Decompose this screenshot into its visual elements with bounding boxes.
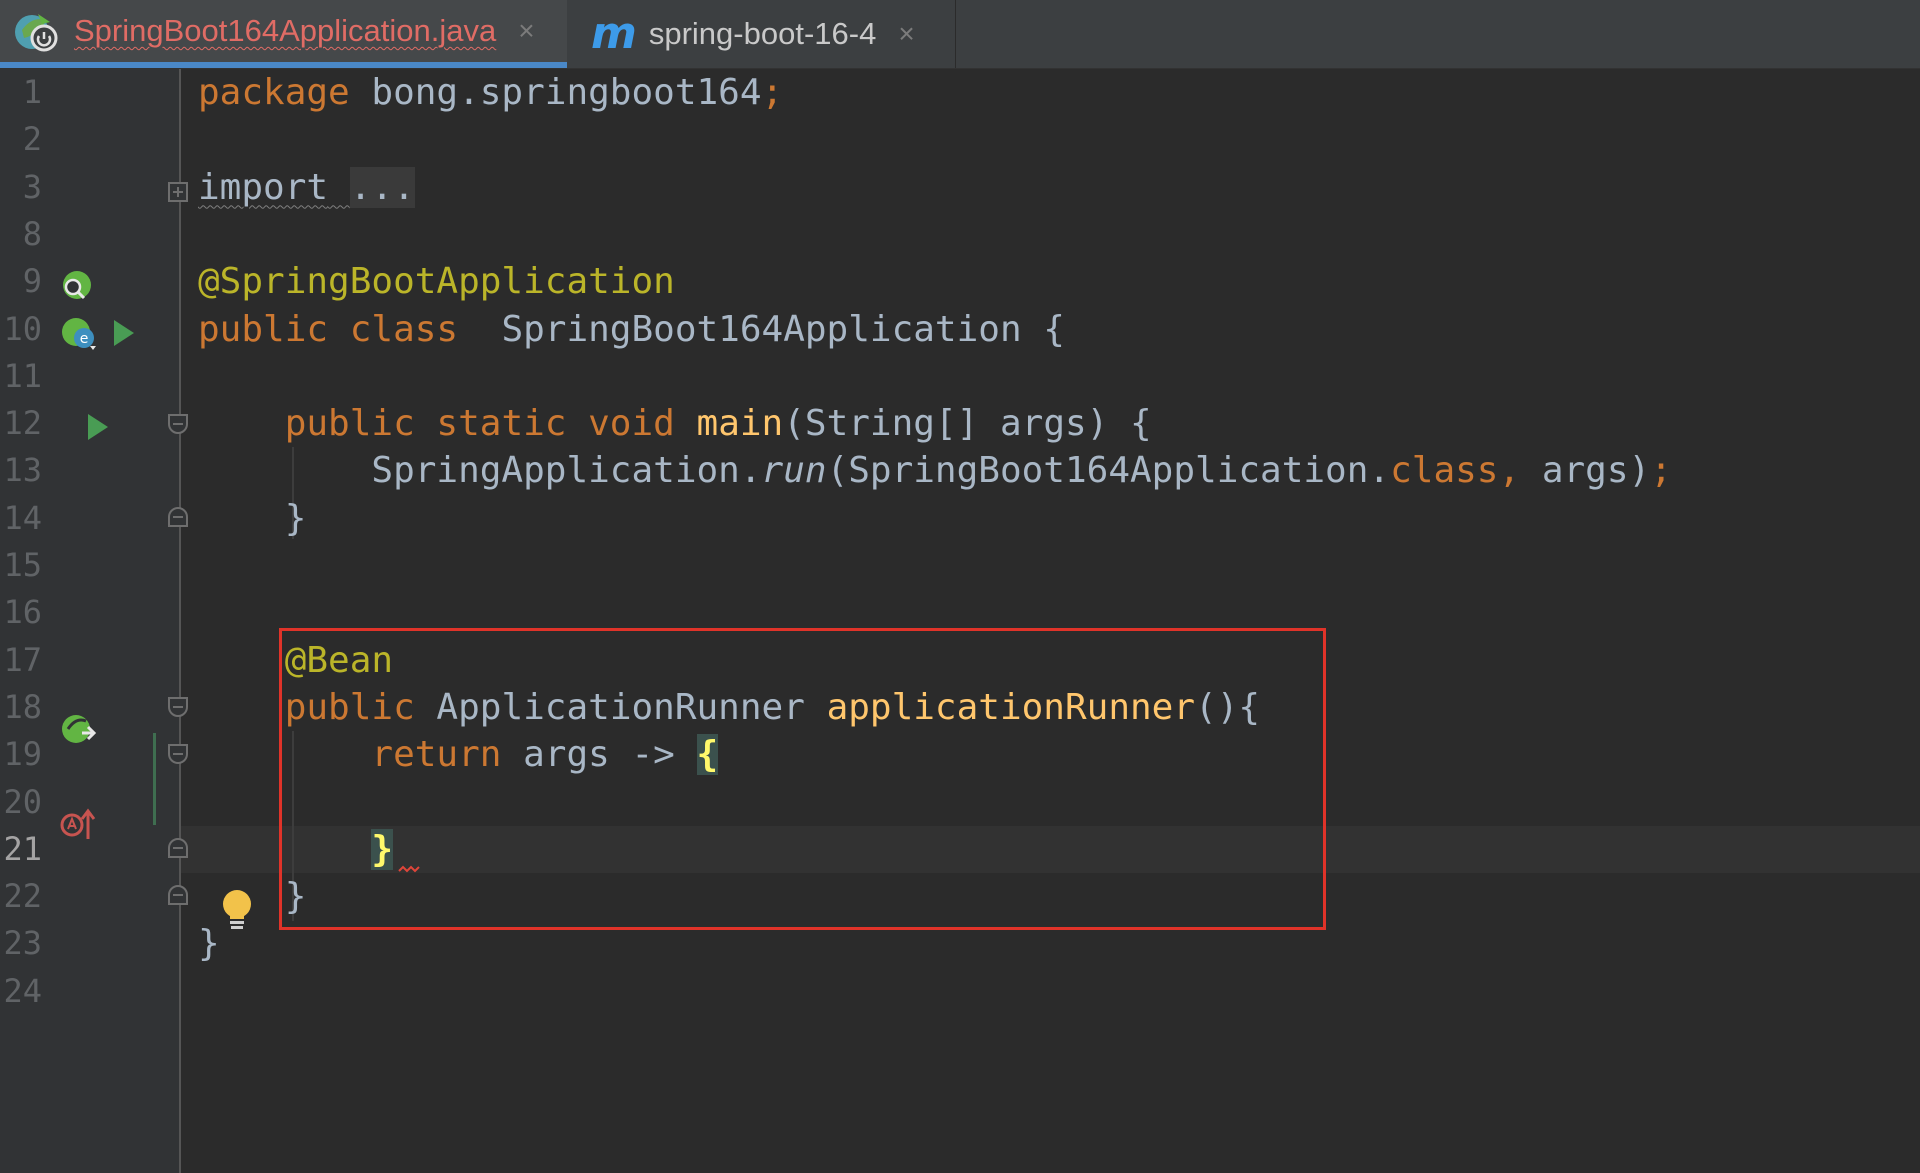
comma: , [1498,450,1542,492]
code-line-1[interactable]: package bong.springboot164; [198,69,783,116]
line-number-current: 21 [3,829,42,868]
code-line-3[interactable]: import ... [198,164,415,211]
spring-component-scan-icon[interactable] [60,269,94,301]
semicolon: ; [1650,450,1672,492]
line-number: 11 [3,356,42,395]
method-name: main [696,403,784,445]
line-number: 23 [3,924,42,963]
line-number: 8 [22,214,42,253]
line-number: 22 [3,877,42,916]
tab-title: SpringBoot164Application.java [74,13,497,48]
closing-brace: } [198,923,220,965]
closing-brace: } [198,497,307,539]
run-main-icon[interactable] [86,412,110,442]
collapse-fold-icon[interactable] [168,697,188,717]
annotation: @SpringBootApplication [198,261,675,303]
keyword: public static void [284,403,675,445]
close-icon[interactable]: × [898,18,914,50]
line-number: 13 [3,451,42,490]
line-number: 3 [22,167,42,206]
class-ref: SpringApplication. [371,450,762,492]
code-line-14[interactable]: } [198,495,307,542]
keyword: import [198,166,329,208]
line-number: 24 [3,971,42,1010]
line-number: 14 [3,498,42,537]
vcs-change-marker[interactable] [153,733,156,825]
spring-bean-icon[interactable] [60,713,100,747]
gutter-separator [179,69,181,1173]
arguments: args) [1541,450,1651,492]
highlight-box [279,628,1326,930]
tab-spring-boot-16-4[interactable]: m spring-boot-16-4 × [567,0,956,68]
expand-fold-icon[interactable] [168,182,188,202]
keyword: public class [198,308,459,350]
run-class-icon[interactable] [112,318,136,348]
collapse-fold-icon[interactable] [168,885,188,905]
semicolon: ; [761,72,784,113]
line-number: 1 [22,73,42,111]
package-name: bong.springboot164 [349,72,762,113]
line-number: 12 [3,404,42,443]
collapse-fold-icon[interactable] [168,838,188,858]
line-number: 19 [3,735,42,774]
close-icon[interactable]: × [518,15,534,47]
code-line-23[interactable]: } [198,920,220,967]
code-line-10[interactable]: public class SpringBoot164Application { [198,306,1065,353]
code-line-13[interactable]: SpringApplication.run(SpringBoot164Appli… [198,447,1672,494]
static-method-call: run [761,450,827,492]
code-editor[interactable]: 1 2 3 8 9 10 11 12 13 14 15 16 17 18 19 … [0,69,1920,1173]
line-number: 2 [22,120,42,159]
class-declaration: SpringBoot164Application { [458,308,1065,350]
line-number: 20 [3,782,42,821]
line-number: 16 [3,593,42,632]
editor-tab-bar: SpringBoot164Application.java × m spring… [0,0,1920,69]
folded-imports[interactable]: ... [349,166,415,208]
svg-text:e: e [80,331,89,347]
line-number: 18 [3,687,42,726]
spring-boot-app-icon [12,8,58,54]
code-line-12[interactable]: public static void main(String[] args) { [198,400,1152,447]
line-number: 15 [3,546,42,584]
arguments: (SpringBoot164Application. [826,450,1391,492]
line-number: 17 [3,640,42,679]
tab-title: spring-boot-16-4 [648,16,877,51]
method-signature: (String[] args) { [783,403,1152,445]
spring-bean-navigate-icon[interactable]: e [60,316,100,352]
implements-method-icon[interactable] [60,807,96,843]
keyword: package [198,72,350,113]
collapse-fold-icon[interactable] [168,507,188,527]
collapse-fold-icon[interactable] [168,414,188,434]
keyword: class [1390,450,1499,492]
line-number: 10 [3,309,42,348]
tab-springboot164application-java[interactable]: SpringBoot164Application.java × [0,0,567,68]
maven-m-icon: m [591,8,637,59]
collapse-fold-icon[interactable] [168,744,188,764]
code-line-9[interactable]: @SpringBootApplication [198,258,675,305]
line-number: 9 [22,262,42,301]
